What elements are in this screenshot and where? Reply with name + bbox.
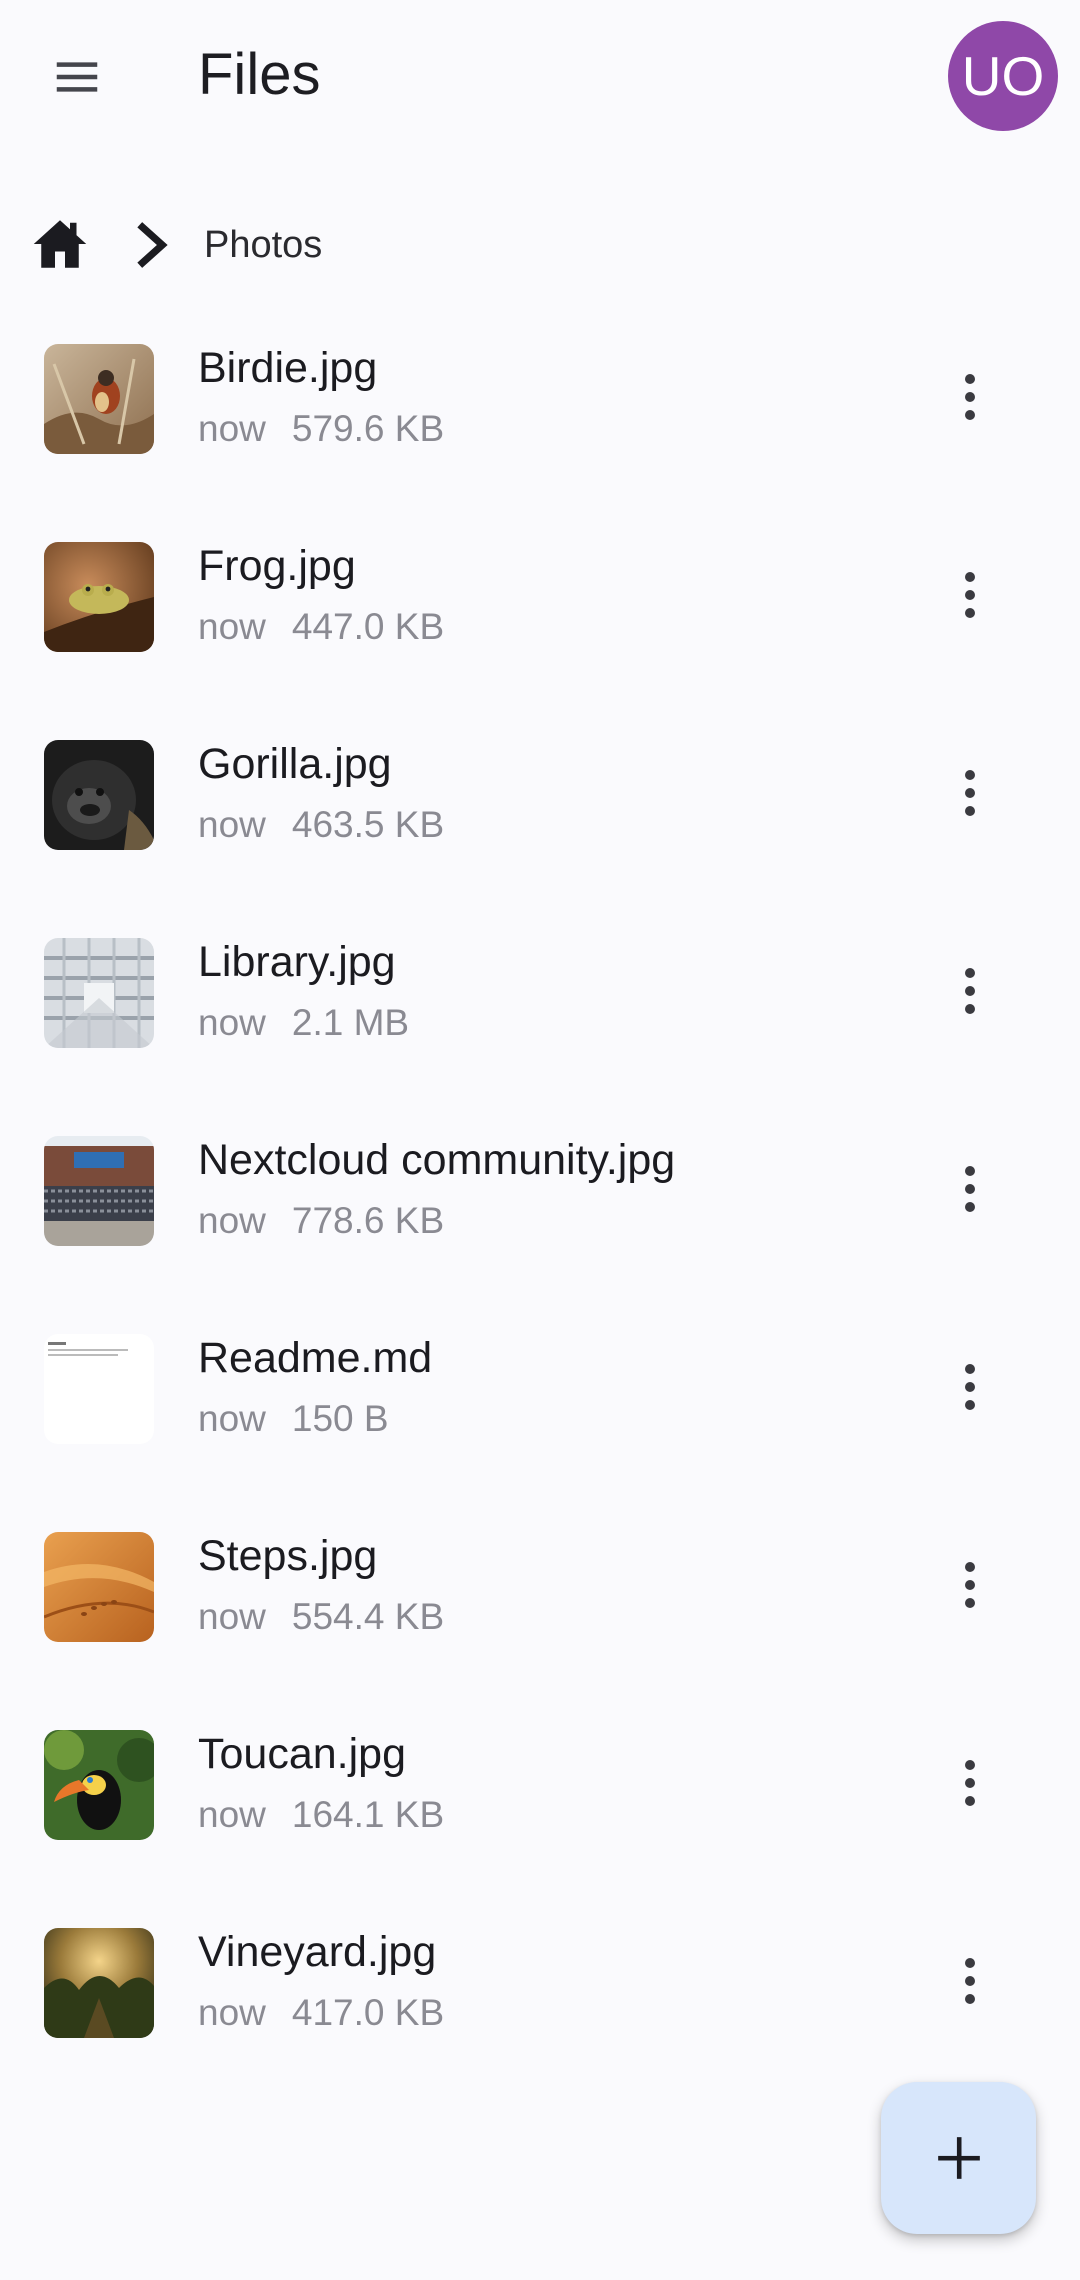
file-thumbnail [44,1730,154,1840]
file-thumbnail [44,1532,154,1642]
file-name: Nextcloud community.jpg [198,1136,676,1184]
file-size: 150 B [291,1398,389,1439]
file-modified: now [198,1992,266,2033]
more-options-button[interactable] [930,946,1010,1036]
file-size: 554.4 KB [291,1596,445,1637]
add-button[interactable] [881,2082,1036,2234]
file-row[interactable]: Library.jpg now 2.1 MB [0,924,1080,1122]
file-modified: now [198,1596,266,1637]
breadcrumb: Photos [0,200,1080,290]
file-row[interactable]: Birdie.jpg now 579.6 KB [0,330,1080,528]
file-thumbnail [44,740,154,850]
file-size: 417.0 KB [291,1992,445,2033]
file-size: 463.5 KB [291,804,445,845]
file-row[interactable]: Steps.jpg now 554.4 KB [0,1518,1080,1716]
chevron-right-icon [137,222,168,268]
page-title: Files [198,42,321,107]
more-options-button[interactable] [930,1342,1010,1432]
file-size: 447.0 KB [291,606,445,647]
file-modified: now [198,1200,266,1241]
more-options-button[interactable] [930,352,1010,442]
file-modified: now [198,1794,266,1835]
more-options-button[interactable] [930,1936,1010,2026]
file-thumbnail [44,1928,154,2038]
file-meta: now 554.4 KB [198,1594,444,1640]
file-row[interactable]: Nextcloud community.jpg now 778.6 KB [0,1122,1080,1320]
file-meta: now 150 B [198,1396,389,1442]
more-options-button[interactable] [930,550,1010,640]
file-modified: now [198,1002,266,1043]
more-vertical-icon [965,572,975,618]
file-meta: now 778.6 KB [198,1198,444,1244]
file-meta: now 2.1 MB [198,1000,409,1046]
file-meta: now 164.1 KB [198,1792,444,1838]
breadcrumb-current[interactable]: Photos [204,222,322,268]
avatar[interactable]: UO [948,21,1058,131]
file-thumbnail [44,542,154,652]
app-bar: Files UO [0,0,1080,154]
hamburger-menu-icon [56,62,98,92]
file-thumbnail [44,938,154,1048]
file-meta: now 417.0 KB [198,1990,444,2036]
file-name: Steps.jpg [198,1532,378,1580]
plus-icon [937,2137,980,2179]
file-size: 778.6 KB [291,1200,445,1241]
more-vertical-icon [965,770,975,816]
more-vertical-icon [965,1958,975,2004]
more-options-button[interactable] [930,1738,1010,1828]
file-row[interactable]: Frog.jpg now 447.0 KB [0,528,1080,726]
file-row[interactable]: Readme.md now 150 B [0,1320,1080,1518]
more-vertical-icon [965,1562,975,1608]
file-list: Birdie.jpg now 579.6 KB Frog.jpg now 447.0… [0,330,1080,2112]
file-thumbnail [44,1136,154,1246]
file-name: Readme.md [198,1334,433,1382]
more-vertical-icon [965,1364,975,1410]
more-vertical-icon [965,1760,975,1806]
file-thumbnail [44,1334,154,1444]
more-options-button[interactable] [930,748,1010,838]
file-size: 2.1 MB [291,1002,410,1043]
file-modified: now [198,804,266,845]
menu-button[interactable] [33,40,121,114]
more-vertical-icon [965,374,975,420]
more-options-button[interactable] [930,1144,1010,1234]
file-modified: now [198,408,266,449]
file-name: Birdie.jpg [198,344,378,392]
file-row[interactable]: Toucan.jpg now 164.1 KB [0,1716,1080,1914]
file-size: 579.6 KB [291,408,445,449]
file-name: Frog.jpg [198,542,356,590]
file-meta: now 579.6 KB [198,406,444,452]
file-size: 164.1 KB [291,1794,445,1835]
home-icon[interactable] [30,214,90,274]
file-name: Vineyard.jpg [198,1928,437,1976]
more-options-button[interactable] [930,1540,1010,1630]
file-row[interactable]: Gorilla.jpg now 463.5 KB [0,726,1080,924]
file-modified: now [198,1398,266,1439]
file-name: Gorilla.jpg [198,740,392,788]
file-meta: now 447.0 KB [198,604,444,650]
more-vertical-icon [965,968,975,1014]
file-modified: now [198,606,266,647]
file-name: Library.jpg [198,938,396,986]
file-meta: now 463.5 KB [198,802,444,848]
file-thumbnail [44,344,154,454]
more-vertical-icon [965,1166,975,1212]
file-name: Toucan.jpg [198,1730,406,1778]
